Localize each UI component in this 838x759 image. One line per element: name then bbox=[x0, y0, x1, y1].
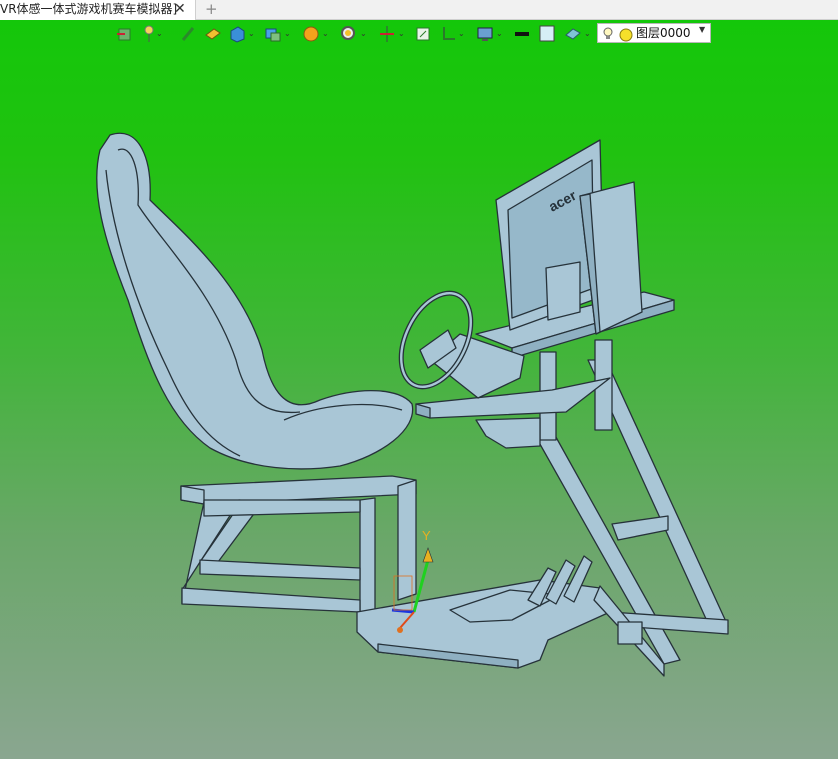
axes-icon[interactable] bbox=[378, 23, 396, 45]
layer-select[interactable]: 图层0000 ▼ bbox=[597, 23, 711, 43]
layer-select-value: 图层0000 bbox=[636, 26, 691, 40]
cube-icon[interactable] bbox=[228, 23, 246, 45]
racing-simulator-model[interactable]: acer Y bbox=[0, 20, 838, 759]
chevron-down-icon[interactable]: ⌄ bbox=[584, 29, 591, 38]
fill-color-icon[interactable] bbox=[538, 23, 556, 45]
chevron-down-icon[interactable]: ▼ bbox=[699, 25, 705, 34]
chevron-down-icon[interactable]: ⌄ bbox=[458, 29, 465, 38]
tower-crossbar-low bbox=[611, 515, 669, 541]
pin-icon[interactable] bbox=[142, 23, 156, 45]
eraser-icon[interactable] bbox=[204, 23, 222, 45]
line-color-icon[interactable] bbox=[514, 23, 530, 45]
close-icon[interactable]: ✕ bbox=[174, 0, 186, 18]
seat-frame-front-post bbox=[359, 497, 376, 613]
import-icon[interactable] bbox=[116, 23, 134, 45]
seat-frame-lower-bar bbox=[181, 587, 361, 613]
chevron-down-icon[interactable]: ⌄ bbox=[156, 29, 163, 38]
align-icon[interactable] bbox=[440, 23, 458, 45]
chevron-down-icon[interactable]: ⌄ bbox=[398, 29, 405, 38]
display-icon[interactable] bbox=[476, 23, 494, 45]
chevron-down-icon[interactable]: ⌄ bbox=[496, 29, 503, 38]
3d-viewport[interactable]: acer Y bbox=[0, 20, 838, 759]
pencil-icon[interactable] bbox=[180, 23, 196, 45]
svg-text:Y: Y bbox=[422, 528, 431, 543]
seat-frame-side-bar bbox=[203, 499, 361, 517]
monitor-stand bbox=[545, 261, 581, 321]
chevron-down-icon[interactable]: ⌄ bbox=[248, 29, 255, 38]
fit-view-icon[interactable] bbox=[414, 23, 432, 45]
material-icon[interactable] bbox=[564, 23, 582, 45]
zoom-icon[interactable] bbox=[340, 23, 358, 45]
layer-color-dot-icon bbox=[619, 27, 633, 46]
sphere-icon[interactable] bbox=[302, 23, 320, 45]
lightbulb-icon bbox=[602, 26, 614, 45]
layers-icon[interactable] bbox=[264, 23, 282, 45]
document-tab[interactable]: VR体感一体式游戏机赛车模拟器] ✕ bbox=[0, 0, 196, 20]
chevron-down-icon[interactable]: ⌄ bbox=[322, 29, 329, 38]
wheel-shelf bbox=[415, 377, 611, 419]
chevron-down-icon[interactable]: ⌄ bbox=[360, 29, 367, 38]
chevron-down-icon[interactable]: ⌄ bbox=[284, 29, 291, 38]
tab-bar: VR体感一体式游戏机赛车模拟器] ✕ + bbox=[0, 0, 838, 20]
new-tab-button[interactable]: + bbox=[205, 0, 218, 18]
document-tab-title: VR体感一体式游戏机赛车模拟器] bbox=[0, 2, 178, 16]
racing-seat bbox=[96, 132, 414, 470]
